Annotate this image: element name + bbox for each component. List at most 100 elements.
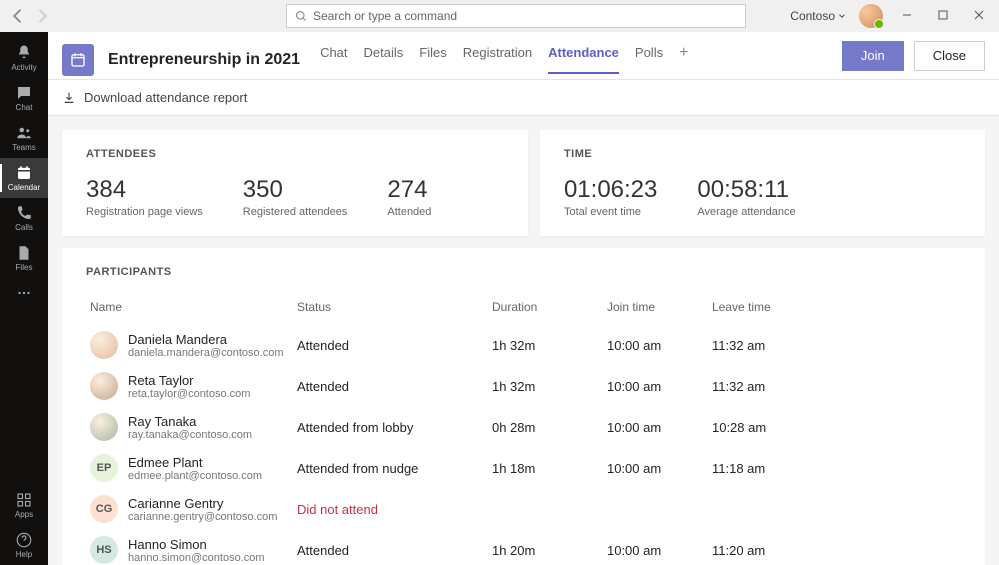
participant-leave: 11:18 am bbox=[708, 448, 961, 489]
add-tab-button[interactable]: + bbox=[679, 45, 688, 74]
rail-apps[interactable]: Apps bbox=[0, 485, 48, 525]
search-input[interactable]: Search or type a command bbox=[286, 4, 746, 28]
avatar: HS bbox=[90, 536, 118, 564]
window-minimize-icon[interactable] bbox=[895, 9, 919, 23]
calendar-icon bbox=[15, 164, 33, 182]
participant-status: Attended from lobby bbox=[293, 407, 488, 448]
rail-chat[interactable]: Chat bbox=[0, 78, 48, 118]
close-button[interactable]: Close bbox=[914, 41, 985, 71]
download-icon bbox=[62, 91, 76, 105]
file-icon bbox=[15, 244, 33, 262]
attendees-card: ATTENDEES 384 Registration page views 35… bbox=[62, 130, 528, 236]
participant-status: Attended from nudge bbox=[293, 448, 488, 489]
tab-details[interactable]: Details bbox=[364, 45, 404, 74]
rail-help[interactable]: Help bbox=[0, 525, 48, 565]
table-row[interactable]: Daniela Mandera daniela.mandera@contoso.… bbox=[86, 325, 961, 366]
col-join-time[interactable]: Join time bbox=[603, 294, 708, 325]
participant-join: 10:00 am bbox=[603, 407, 708, 448]
rail-more[interactable] bbox=[0, 278, 48, 308]
apps-icon bbox=[15, 491, 33, 509]
participant-join bbox=[603, 489, 708, 530]
col-status[interactable]: Status bbox=[293, 294, 488, 325]
meeting-title: Entrepreneurship in 2021 bbox=[108, 51, 300, 69]
tab-files[interactable]: Files bbox=[419, 45, 446, 74]
content-area: ATTENDEES 384 Registration page views 35… bbox=[48, 116, 999, 565]
participant-email: hanno.simon@contoso.com bbox=[128, 552, 265, 564]
participant-email: ray.tanaka@contoso.com bbox=[128, 429, 252, 441]
participant-leave bbox=[708, 489, 961, 530]
tab-strip: Chat Details Files Registration Attendan… bbox=[320, 45, 688, 74]
participants-table: Name Status Duration Join time Leave tim… bbox=[86, 294, 961, 565]
help-icon bbox=[15, 531, 33, 549]
table-row[interactable]: Ray Tanaka ray.tanaka@contoso.com Attend… bbox=[86, 407, 961, 448]
stat-page-views: 384 Registration page views bbox=[86, 176, 203, 218]
rail-calendar[interactable]: Calendar bbox=[0, 158, 48, 198]
phone-icon bbox=[15, 204, 33, 222]
avatar bbox=[90, 413, 118, 441]
more-icon bbox=[15, 284, 33, 302]
rail-files[interactable]: Files bbox=[0, 238, 48, 278]
tab-chat[interactable]: Chat bbox=[320, 45, 347, 74]
table-row[interactable]: Reta Taylor reta.taylor@contoso.com Atte… bbox=[86, 366, 961, 407]
avatar bbox=[90, 372, 118, 400]
participant-leave: 11:20 am bbox=[708, 530, 961, 565]
window-maximize-icon[interactable] bbox=[931, 9, 955, 23]
avatar: CG bbox=[90, 495, 118, 523]
main-pane: Entrepreneurship in 2021 Chat Details Fi… bbox=[48, 32, 999, 565]
window-close-icon[interactable] bbox=[967, 9, 991, 23]
participant-status: Attended bbox=[293, 530, 488, 565]
participant-duration bbox=[488, 489, 603, 530]
search-placeholder: Search or type a command bbox=[313, 9, 457, 23]
nav-back-icon[interactable] bbox=[8, 6, 28, 26]
titlebar-right: Contoso bbox=[790, 4, 991, 28]
participant-leave: 11:32 am bbox=[708, 366, 961, 407]
participant-name: Ray Tanaka bbox=[128, 414, 252, 429]
people-icon bbox=[15, 124, 33, 142]
join-button[interactable]: Join bbox=[842, 41, 904, 71]
user-avatar[interactable] bbox=[859, 4, 883, 28]
tab-registration[interactable]: Registration bbox=[463, 45, 532, 74]
col-name[interactable]: Name bbox=[86, 294, 293, 325]
nav-forward-icon[interactable] bbox=[32, 6, 52, 26]
meeting-icon bbox=[62, 44, 94, 76]
col-duration[interactable]: Duration bbox=[488, 294, 603, 325]
participant-email: edmee.plant@contoso.com bbox=[128, 470, 262, 482]
col-leave-time[interactable]: Leave time bbox=[708, 294, 961, 325]
rail-teams[interactable]: Teams bbox=[0, 118, 48, 158]
participant-name: Carianne Gentry bbox=[128, 496, 277, 511]
participant-name: Reta Taylor bbox=[128, 373, 250, 388]
rail-activity[interactable]: Activity bbox=[0, 38, 48, 78]
title-bar: Search or type a command Contoso bbox=[0, 0, 999, 32]
app-rail: Activity Chat Teams Calendar Calls Files bbox=[0, 32, 48, 565]
participant-duration: 0h 28m bbox=[488, 407, 603, 448]
table-row[interactable]: HS Hanno Simon hanno.simon@contoso.com A… bbox=[86, 530, 961, 565]
participant-leave: 10:28 am bbox=[708, 407, 961, 448]
participant-duration: 1h 18m bbox=[488, 448, 603, 489]
participant-duration: 1h 32m bbox=[488, 366, 603, 407]
bell-icon bbox=[15, 44, 33, 62]
rail-calls[interactable]: Calls bbox=[0, 198, 48, 238]
participant-join: 10:00 am bbox=[603, 366, 708, 407]
participant-join: 10:00 am bbox=[603, 325, 708, 366]
search-icon bbox=[295, 10, 307, 22]
download-report-button[interactable]: Download attendance report bbox=[48, 80, 999, 116]
participant-duration: 1h 20m bbox=[488, 530, 603, 565]
table-row[interactable]: EP Edmee Plant edmee.plant@contoso.com A… bbox=[86, 448, 961, 489]
participant-join: 10:00 am bbox=[603, 448, 708, 489]
tab-attendance[interactable]: Attendance bbox=[548, 45, 619, 74]
chat-icon bbox=[15, 84, 33, 102]
meeting-header: Entrepreneurship in 2021 Chat Details Fi… bbox=[48, 32, 999, 80]
participant-join: 10:00 am bbox=[603, 530, 708, 565]
stat-total-time: 01:06:23 Total event time bbox=[564, 176, 657, 218]
chevron-down-icon bbox=[837, 11, 847, 21]
time-card: TIME 01:06:23 Total event time 00:58:11 … bbox=[540, 130, 985, 236]
participant-email: carianne.gentry@contoso.com bbox=[128, 511, 277, 523]
org-switcher[interactable]: Contoso bbox=[790, 9, 847, 23]
participant-name: Hanno Simon bbox=[128, 537, 265, 552]
tab-polls[interactable]: Polls bbox=[635, 45, 663, 74]
participant-email: reta.taylor@contoso.com bbox=[128, 388, 250, 400]
avatar bbox=[90, 331, 118, 359]
stat-attended: 274 Attended bbox=[387, 176, 431, 218]
table-row[interactable]: CG Carianne Gentry carianne.gentry@conto… bbox=[86, 489, 961, 530]
participant-status: Did not attend bbox=[293, 489, 488, 530]
